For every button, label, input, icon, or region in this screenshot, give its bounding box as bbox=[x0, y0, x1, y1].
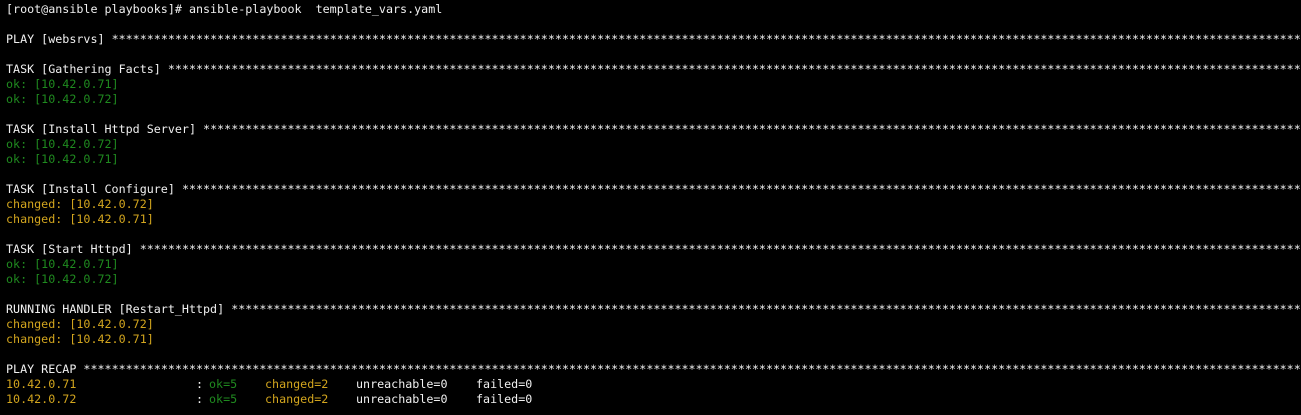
terminal-window[interactable]: [root@ansible playbooks]# ansible-playbo… bbox=[0, 0, 1301, 415]
recap-failed: failed=0 bbox=[476, 392, 533, 406]
stars-separator: ****************************************… bbox=[111, 32, 1301, 46]
task-result-line: ok: [10.42.0.71] bbox=[6, 152, 119, 166]
task-header-line: TASK [Start Httpd] *********************… bbox=[6, 242, 1301, 257]
stars-separator: ****************************************… bbox=[83, 362, 1301, 376]
task-result-line: changed: [10.42.0.72] bbox=[6, 317, 154, 331]
stars-separator: ****************************************… bbox=[167, 62, 1301, 76]
handler-header: RUNNING HANDLER [Restart_Httpd] bbox=[6, 302, 225, 316]
command-prompt: [root@ansible playbooks]# ansible-playbo… bbox=[6, 2, 443, 16]
task-result-line: changed: [10.42.0.71] bbox=[6, 332, 154, 346]
recap-host: 10.42.0.72 bbox=[6, 392, 77, 406]
task-result-line: ok: [10.42.0.72] bbox=[6, 92, 119, 106]
task-header-line: TASK [Install Httpd Server] ************… bbox=[6, 122, 1301, 137]
recap-colon: : bbox=[196, 377, 204, 391]
recap-host: 10.42.0.71 bbox=[6, 377, 77, 391]
task-header: TASK [Start Httpd] bbox=[6, 242, 133, 256]
task-header-line: TASK [Install Configure] ***************… bbox=[6, 182, 1301, 197]
recap-changed: changed=2 bbox=[265, 392, 329, 406]
stars-separator: ****************************************… bbox=[231, 302, 1301, 316]
task-result-line: ok: [10.42.0.72] bbox=[6, 137, 119, 151]
task-result-line: ok: [10.42.0.72] bbox=[6, 272, 119, 286]
recap-row: 10.42.0.71 : ok=5 changed=2 unreachable=… bbox=[6, 377, 1301, 392]
recap-row: 10.42.0.72 : ok=5 changed=2 unreachable=… bbox=[6, 392, 1301, 407]
task-result-line: ok: [10.42.0.71] bbox=[6, 77, 119, 91]
recap-unreachable: unreachable=0 bbox=[356, 392, 448, 406]
task-header: TASK [Gathering Facts] bbox=[6, 62, 161, 76]
stars-separator: ****************************************… bbox=[139, 242, 1301, 256]
recap-ok: ok=5 bbox=[209, 377, 238, 391]
recap-colon: : bbox=[196, 392, 204, 406]
handler-header-line: RUNNING HANDLER [Restart_Httpd] ********… bbox=[6, 302, 1301, 317]
task-result-line: changed: [10.42.0.72] bbox=[6, 197, 154, 211]
recap-failed: failed=0 bbox=[476, 377, 533, 391]
task-header: TASK [Install Httpd Server] bbox=[6, 122, 196, 136]
stars-separator: ****************************************… bbox=[203, 122, 1301, 136]
play-header-line: PLAY [websrvs] *************************… bbox=[6, 32, 1301, 47]
play-header: PLAY [websrvs] bbox=[6, 32, 105, 46]
recap-header: PLAY RECAP bbox=[6, 362, 77, 376]
task-result-line: changed: [10.42.0.71] bbox=[6, 212, 154, 226]
task-result-line: ok: [10.42.0.71] bbox=[6, 257, 119, 271]
recap-unreachable: unreachable=0 bbox=[356, 377, 448, 391]
task-header: TASK [Install Configure] bbox=[6, 182, 175, 196]
task-header-line: TASK [Gathering Facts] *****************… bbox=[6, 62, 1301, 77]
stars-separator: ****************************************… bbox=[181, 182, 1301, 196]
recap-changed: changed=2 bbox=[265, 377, 329, 391]
recap-ok: ok=5 bbox=[209, 392, 238, 406]
recap-header-line: PLAY RECAP *****************************… bbox=[6, 362, 1301, 377]
